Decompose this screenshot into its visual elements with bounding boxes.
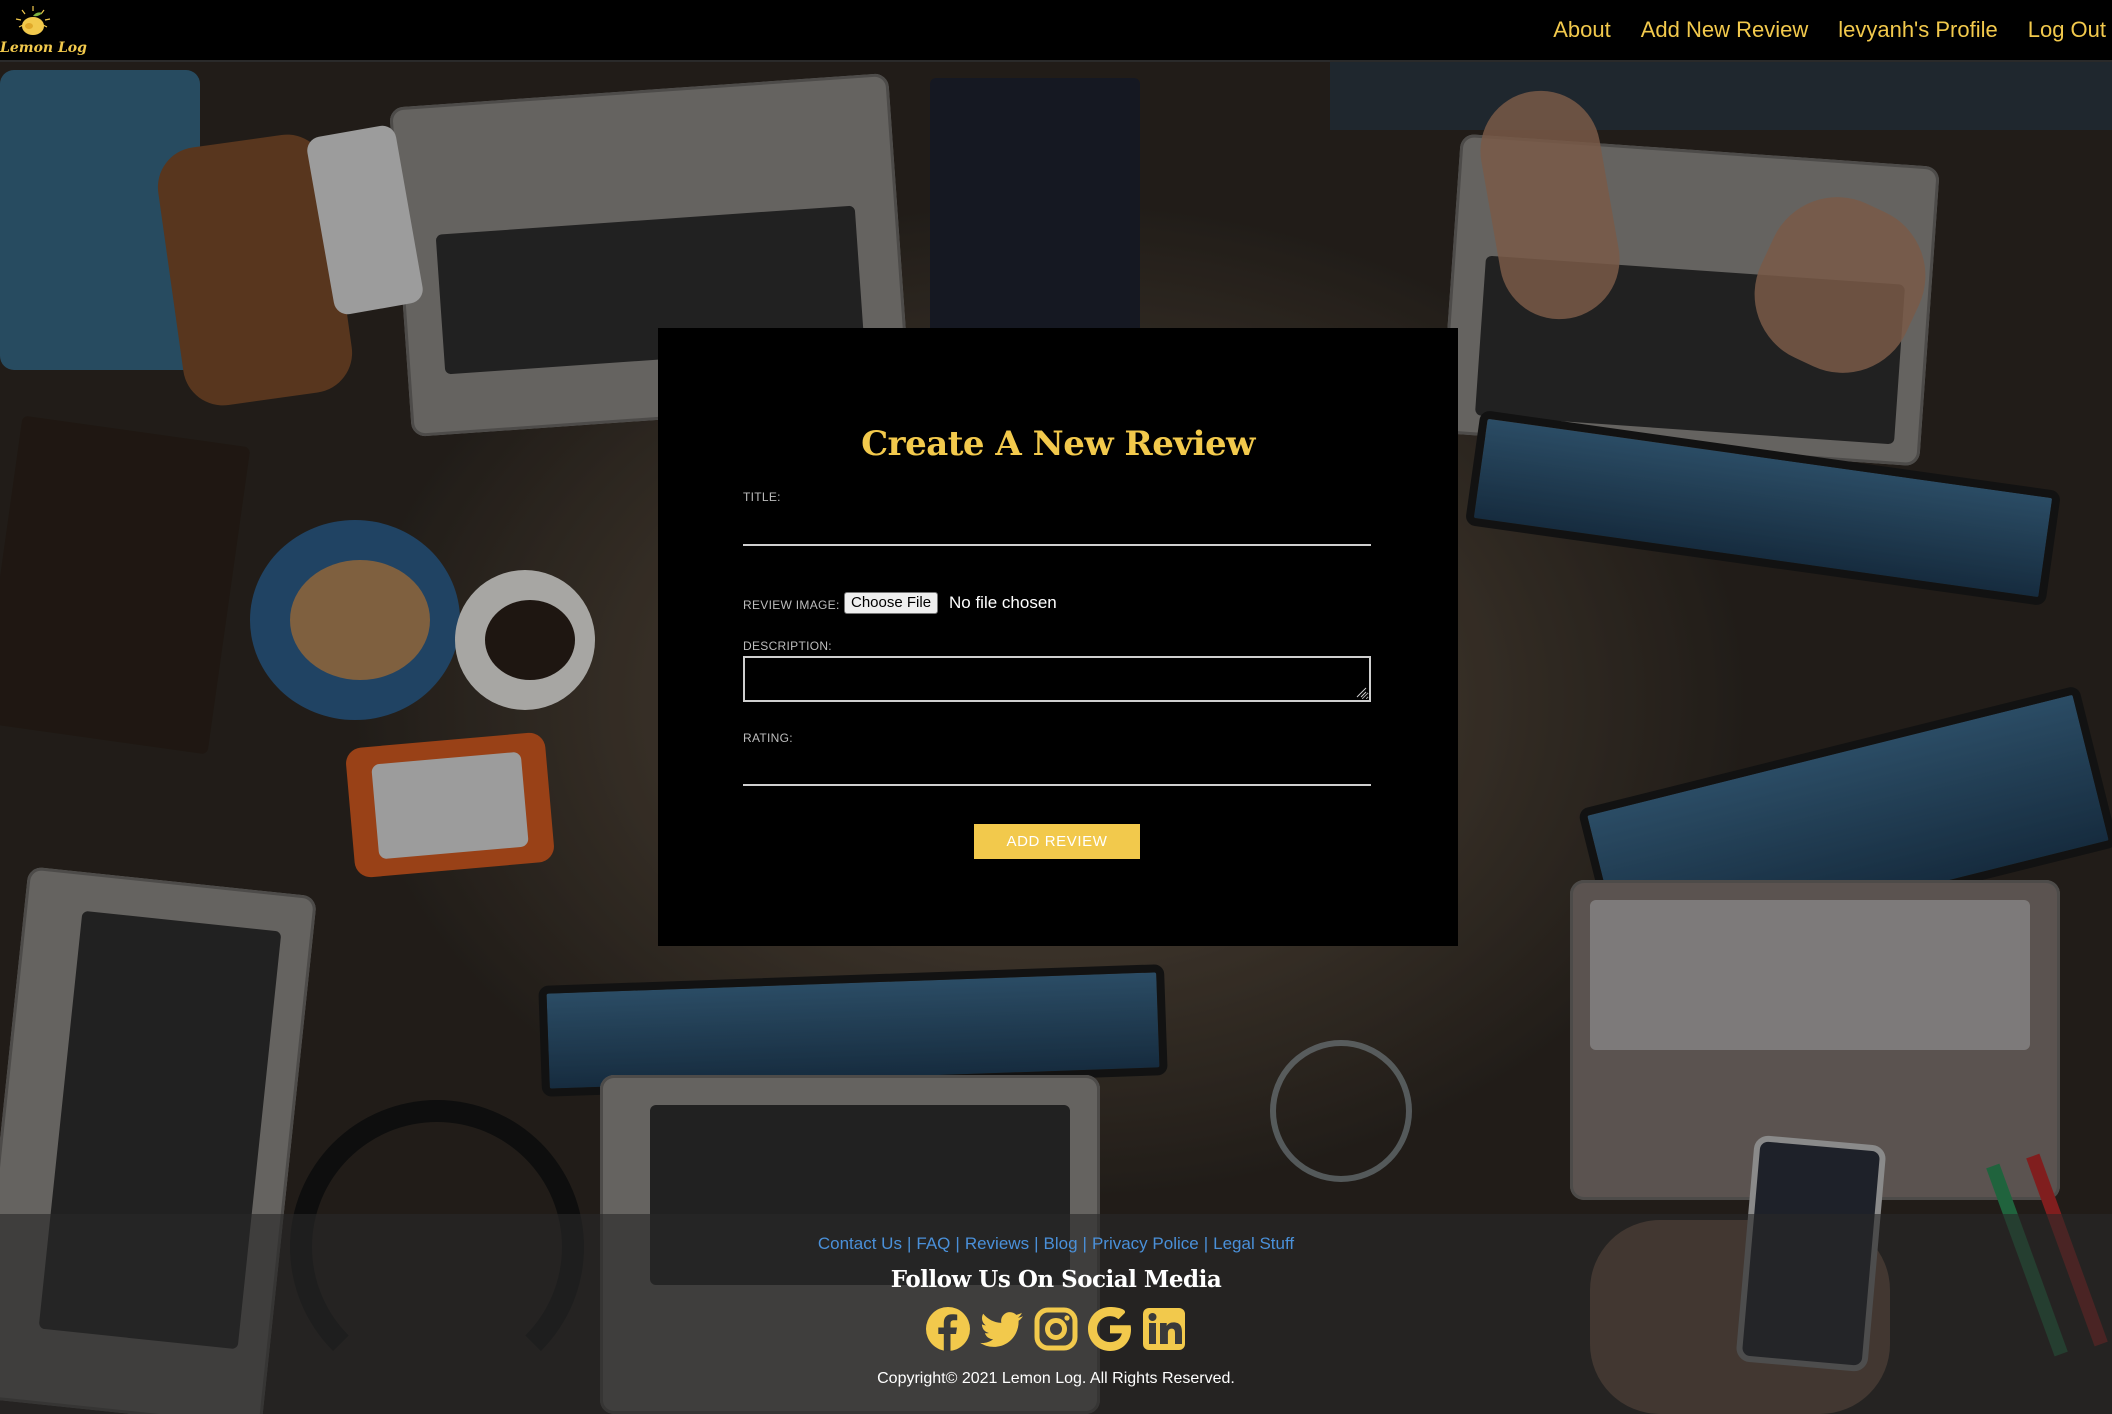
rating-input[interactable] <box>743 744 1371 786</box>
footer-link-legal[interactable]: Legal Stuff <box>1213 1234 1294 1253</box>
separator: | <box>1203 1234 1209 1253</box>
lemon-icon <box>15 6 51 35</box>
resize-grip-icon[interactable] <box>1356 687 1367 698</box>
file-status-text: No file chosen <box>949 593 1057 612</box>
footer-links: Contact Us | FAQ | Reviews | Blog | Privacy Poli… <box>0 1234 2112 1254</box>
lemon-log-logo[interactable]: Lemon Log <box>0 4 87 56</box>
google-icon[interactable] <box>1087 1306 1133 1352</box>
separator: | <box>1082 1234 1087 1253</box>
footer-link-contact-us[interactable]: Contact Us <box>818 1234 902 1253</box>
title-input[interactable] <box>743 504 1371 546</box>
twitter-icon[interactable] <box>979 1306 1025 1352</box>
rating-label: RATING: <box>743 731 793 745</box>
add-review-button[interactable]: ADD REVIEW <box>974 824 1140 859</box>
facebook-icon[interactable] <box>925 1306 971 1352</box>
nav-log-out[interactable]: Log Out <box>2028 17 2106 43</box>
footer-link-reviews[interactable]: Reviews <box>965 1234 1029 1253</box>
logo-text: Lemon Log <box>0 40 87 56</box>
footer-link-faq[interactable]: FAQ <box>916 1234 950 1253</box>
description-label: DESCRIPTION: <box>743 639 832 653</box>
copyright-text: Copyright© 2021 Lemon Log. All Rights Re… <box>877 1370 1235 1387</box>
linkedin-icon[interactable] <box>1141 1306 1187 1352</box>
footer: Contact Us | FAQ | Reviews | Blog | Privacy Poli… <box>0 1214 2112 1414</box>
choose-file-button[interactable]: Choose File <box>844 592 939 614</box>
footer-link-blog[interactable]: Blog <box>1044 1234 1078 1253</box>
top-navbar: Lemon Log About Add New Review levyanh's… <box>0 0 2112 62</box>
separator: | <box>955 1234 960 1253</box>
form-title: Create A New Review <box>861 424 1255 464</box>
nav-about[interactable]: About <box>1553 17 1611 43</box>
separator: | <box>906 1234 912 1253</box>
nav-links: About Add New Review levyanh's Profile L… <box>1553 0 2112 60</box>
social-icons <box>0 1306 2112 1352</box>
footer-link-privacy[interactable]: Privacy Police <box>1092 1234 1199 1253</box>
separator: | <box>1034 1234 1039 1253</box>
review-image-label: REVIEW IMAGE: <box>743 598 840 612</box>
instagram-icon[interactable] <box>1033 1306 1079 1352</box>
follow-us-title: Follow Us On Social Media <box>890 1266 1222 1293</box>
title-label: TITLE: <box>743 490 781 504</box>
nav-profile[interactable]: levyanh's Profile <box>1838 17 1998 43</box>
create-review-form: Create A New Review TITLE: REVIEW IMAGE:… <box>658 328 1458 946</box>
description-textarea[interactable] <box>743 656 1371 702</box>
nav-add-new-review[interactable]: Add New Review <box>1641 17 1809 43</box>
